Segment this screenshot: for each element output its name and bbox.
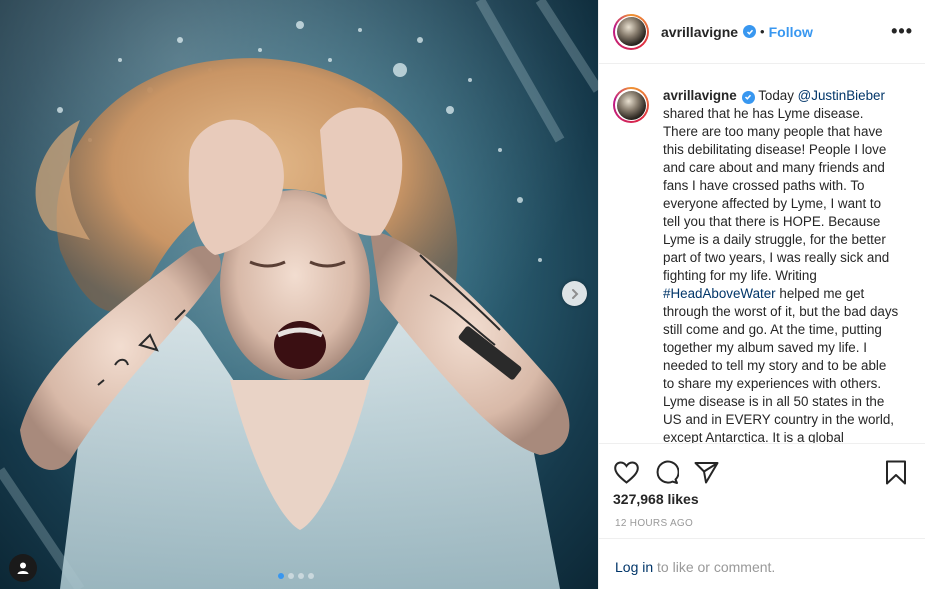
save-button[interactable] bbox=[883, 459, 909, 485]
caption-row: avrillavigne Today @JustinBieber shared … bbox=[613, 87, 909, 443]
avatar-image bbox=[616, 90, 646, 120]
carousel-indicator bbox=[278, 573, 314, 579]
caption-prefix: Today bbox=[758, 88, 794, 103]
mention-link[interactable]: @JustinBieber bbox=[798, 88, 885, 103]
carousel-dot bbox=[308, 573, 314, 579]
carousel-dot bbox=[288, 573, 294, 579]
follow-button[interactable]: Follow bbox=[769, 24, 813, 40]
avatar-image bbox=[616, 17, 646, 46]
user-tag-button[interactable] bbox=[9, 554, 37, 582]
login-prompt: Log in to like or comment. bbox=[599, 538, 925, 589]
heart-icon bbox=[613, 460, 639, 484]
more-options-icon[interactable]: ••• bbox=[891, 21, 913, 42]
user-tag-icon bbox=[17, 562, 29, 574]
post-image[interactable] bbox=[0, 0, 598, 589]
post-photo bbox=[0, 0, 598, 589]
login-suffix: to like or comment. bbox=[657, 559, 776, 575]
carousel-dot bbox=[278, 573, 284, 579]
post-timestamp[interactable]: 12 HOURS AGO bbox=[599, 507, 925, 529]
bookmark-icon bbox=[886, 460, 906, 484]
hashtag-link[interactable]: #HeadAboveWater bbox=[663, 286, 776, 301]
header-username[interactable]: avrillavigne bbox=[661, 24, 738, 40]
like-button[interactable] bbox=[613, 459, 639, 485]
verified-badge-icon bbox=[743, 25, 757, 38]
login-link[interactable]: Log in bbox=[615, 559, 653, 575]
caption-body-1: shared that he has Lyme disease. There a… bbox=[663, 106, 890, 283]
post-sidebar: avrillavigne • Follow ••• avrillavigne T… bbox=[598, 0, 925, 589]
chevron-right-icon bbox=[571, 288, 578, 299]
caption-avatar[interactable] bbox=[613, 87, 649, 123]
action-bar bbox=[599, 444, 925, 488]
post-header: avrillavigne • Follow ••• bbox=[599, 0, 925, 64]
like-count[interactable]: 327,968 likes bbox=[599, 488, 925, 507]
post-actions: 327,968 likes 12 HOURS AGO bbox=[599, 443, 925, 538]
verified-badge-icon bbox=[741, 90, 755, 104]
caption-section: avrillavigne Today @JustinBieber shared … bbox=[599, 65, 925, 443]
caption-text: avrillavigne Today @JustinBieber shared … bbox=[663, 87, 901, 443]
avatar[interactable] bbox=[613, 13, 649, 50]
share-icon bbox=[694, 461, 718, 483]
carousel-dot bbox=[298, 573, 304, 579]
next-slide-button[interactable] bbox=[562, 281, 587, 306]
share-button[interactable] bbox=[693, 459, 719, 485]
separator-dot: • bbox=[760, 24, 765, 39]
caption-body-2: helped me get through the worst of it, b… bbox=[663, 286, 899, 443]
caption-username[interactable]: avrillavigne bbox=[663, 88, 737, 103]
comment-icon bbox=[656, 460, 679, 484]
comment-button[interactable] bbox=[653, 459, 679, 485]
